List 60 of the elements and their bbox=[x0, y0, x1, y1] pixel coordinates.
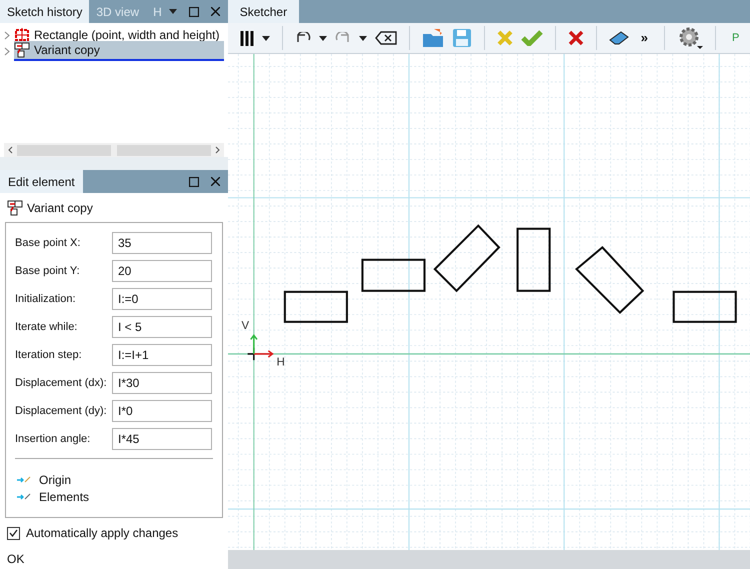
input-field[interactable]: I*30 bbox=[112, 372, 212, 394]
caret-icon[interactable] bbox=[262, 36, 270, 40]
close-icon[interactable] bbox=[210, 7, 220, 16]
rectangle-shape bbox=[361, 258, 426, 292]
caret-icon[interactable] bbox=[358, 36, 367, 40]
close-icon[interactable] bbox=[568, 30, 584, 46]
input-field[interactable]: 20 bbox=[112, 260, 212, 282]
panel-tab[interactable]: Sketch history bbox=[0, 0, 90, 23]
input-field[interactable]: I:=I+1 bbox=[112, 344, 212, 366]
scroll-left-icon[interactable] bbox=[8, 146, 13, 154]
caret-icon[interactable] bbox=[318, 36, 327, 40]
panel-tab[interactable]: Edit element bbox=[0, 170, 83, 193]
input-field[interactable]: I:=0 bbox=[112, 288, 212, 310]
maximize-icon[interactable] bbox=[188, 6, 199, 16]
field-label: Insertion angle: bbox=[15, 432, 92, 447]
eraser-icon[interactable] bbox=[608, 31, 629, 45]
rectangle-shape bbox=[516, 228, 550, 292]
horizontal-scrollbar[interactable] bbox=[4, 143, 224, 157]
rectangle-shape bbox=[284, 290, 348, 323]
scroll-right-icon[interactable] bbox=[214, 146, 220, 154]
tree-item[interactable]: Rectangle (point, width and height) bbox=[14, 26, 224, 44]
check-icon[interactable] bbox=[520, 30, 543, 46]
rectangle-icon bbox=[14, 27, 30, 43]
sketch-canvas[interactable]: V H bbox=[228, 54, 750, 550]
copy-shapes-icon bbox=[7, 200, 23, 216]
checkbox[interactable] bbox=[7, 526, 20, 540]
undo-icon[interactable] bbox=[294, 32, 311, 44]
field-label: Base point X: bbox=[15, 236, 82, 251]
input-field[interactable]: I*0 bbox=[112, 400, 212, 422]
origin-cross-icon bbox=[246, 334, 274, 361]
folder-icon[interactable] bbox=[422, 28, 444, 48]
axis-label: V bbox=[241, 320, 249, 332]
more-button[interactable]: » bbox=[636, 28, 652, 48]
status-text: OK bbox=[6, 551, 26, 568]
columns-icon[interactable] bbox=[240, 30, 254, 46]
close-icon[interactable] bbox=[210, 177, 220, 186]
input-field[interactable]: I*45 bbox=[112, 428, 212, 450]
axis-label: H bbox=[276, 356, 285, 368]
field-label: Base point Y: bbox=[15, 264, 81, 279]
input-field[interactable]: 35 bbox=[112, 232, 212, 254]
scrollbar-thumb[interactable] bbox=[110, 144, 117, 156]
field-label: Initialization: bbox=[15, 292, 77, 307]
checkbox-label[interactable]: Automatically apply changes bbox=[26, 524, 178, 542]
copy-shapes-icon bbox=[14, 42, 30, 58]
element-title: Variant copy bbox=[27, 200, 93, 217]
field-label: Iterate while: bbox=[15, 320, 78, 335]
panel-tab[interactable]: Sketcher bbox=[228, 0, 300, 23]
field-label: Displacement (dx): bbox=[15, 376, 108, 391]
backspace-icon[interactable] bbox=[374, 31, 397, 45]
pick-link[interactable]: Elements bbox=[39, 488, 90, 506]
pick-link[interactable]: Origin bbox=[39, 470, 72, 488]
settings-icon[interactable] bbox=[676, 26, 703, 50]
field-label: Displacement (dy): bbox=[15, 404, 108, 419]
tree-item[interactable]: Variant copy bbox=[14, 41, 224, 61]
rectangle-shape bbox=[672, 290, 737, 323]
input-field[interactable]: I < 5 bbox=[112, 316, 212, 338]
field-label: Iteration step: bbox=[15, 348, 83, 363]
pick-arrow-icon[interactable] bbox=[17, 492, 31, 500]
maximize-icon[interactable] bbox=[188, 176, 199, 186]
redo-icon[interactable] bbox=[334, 32, 351, 44]
